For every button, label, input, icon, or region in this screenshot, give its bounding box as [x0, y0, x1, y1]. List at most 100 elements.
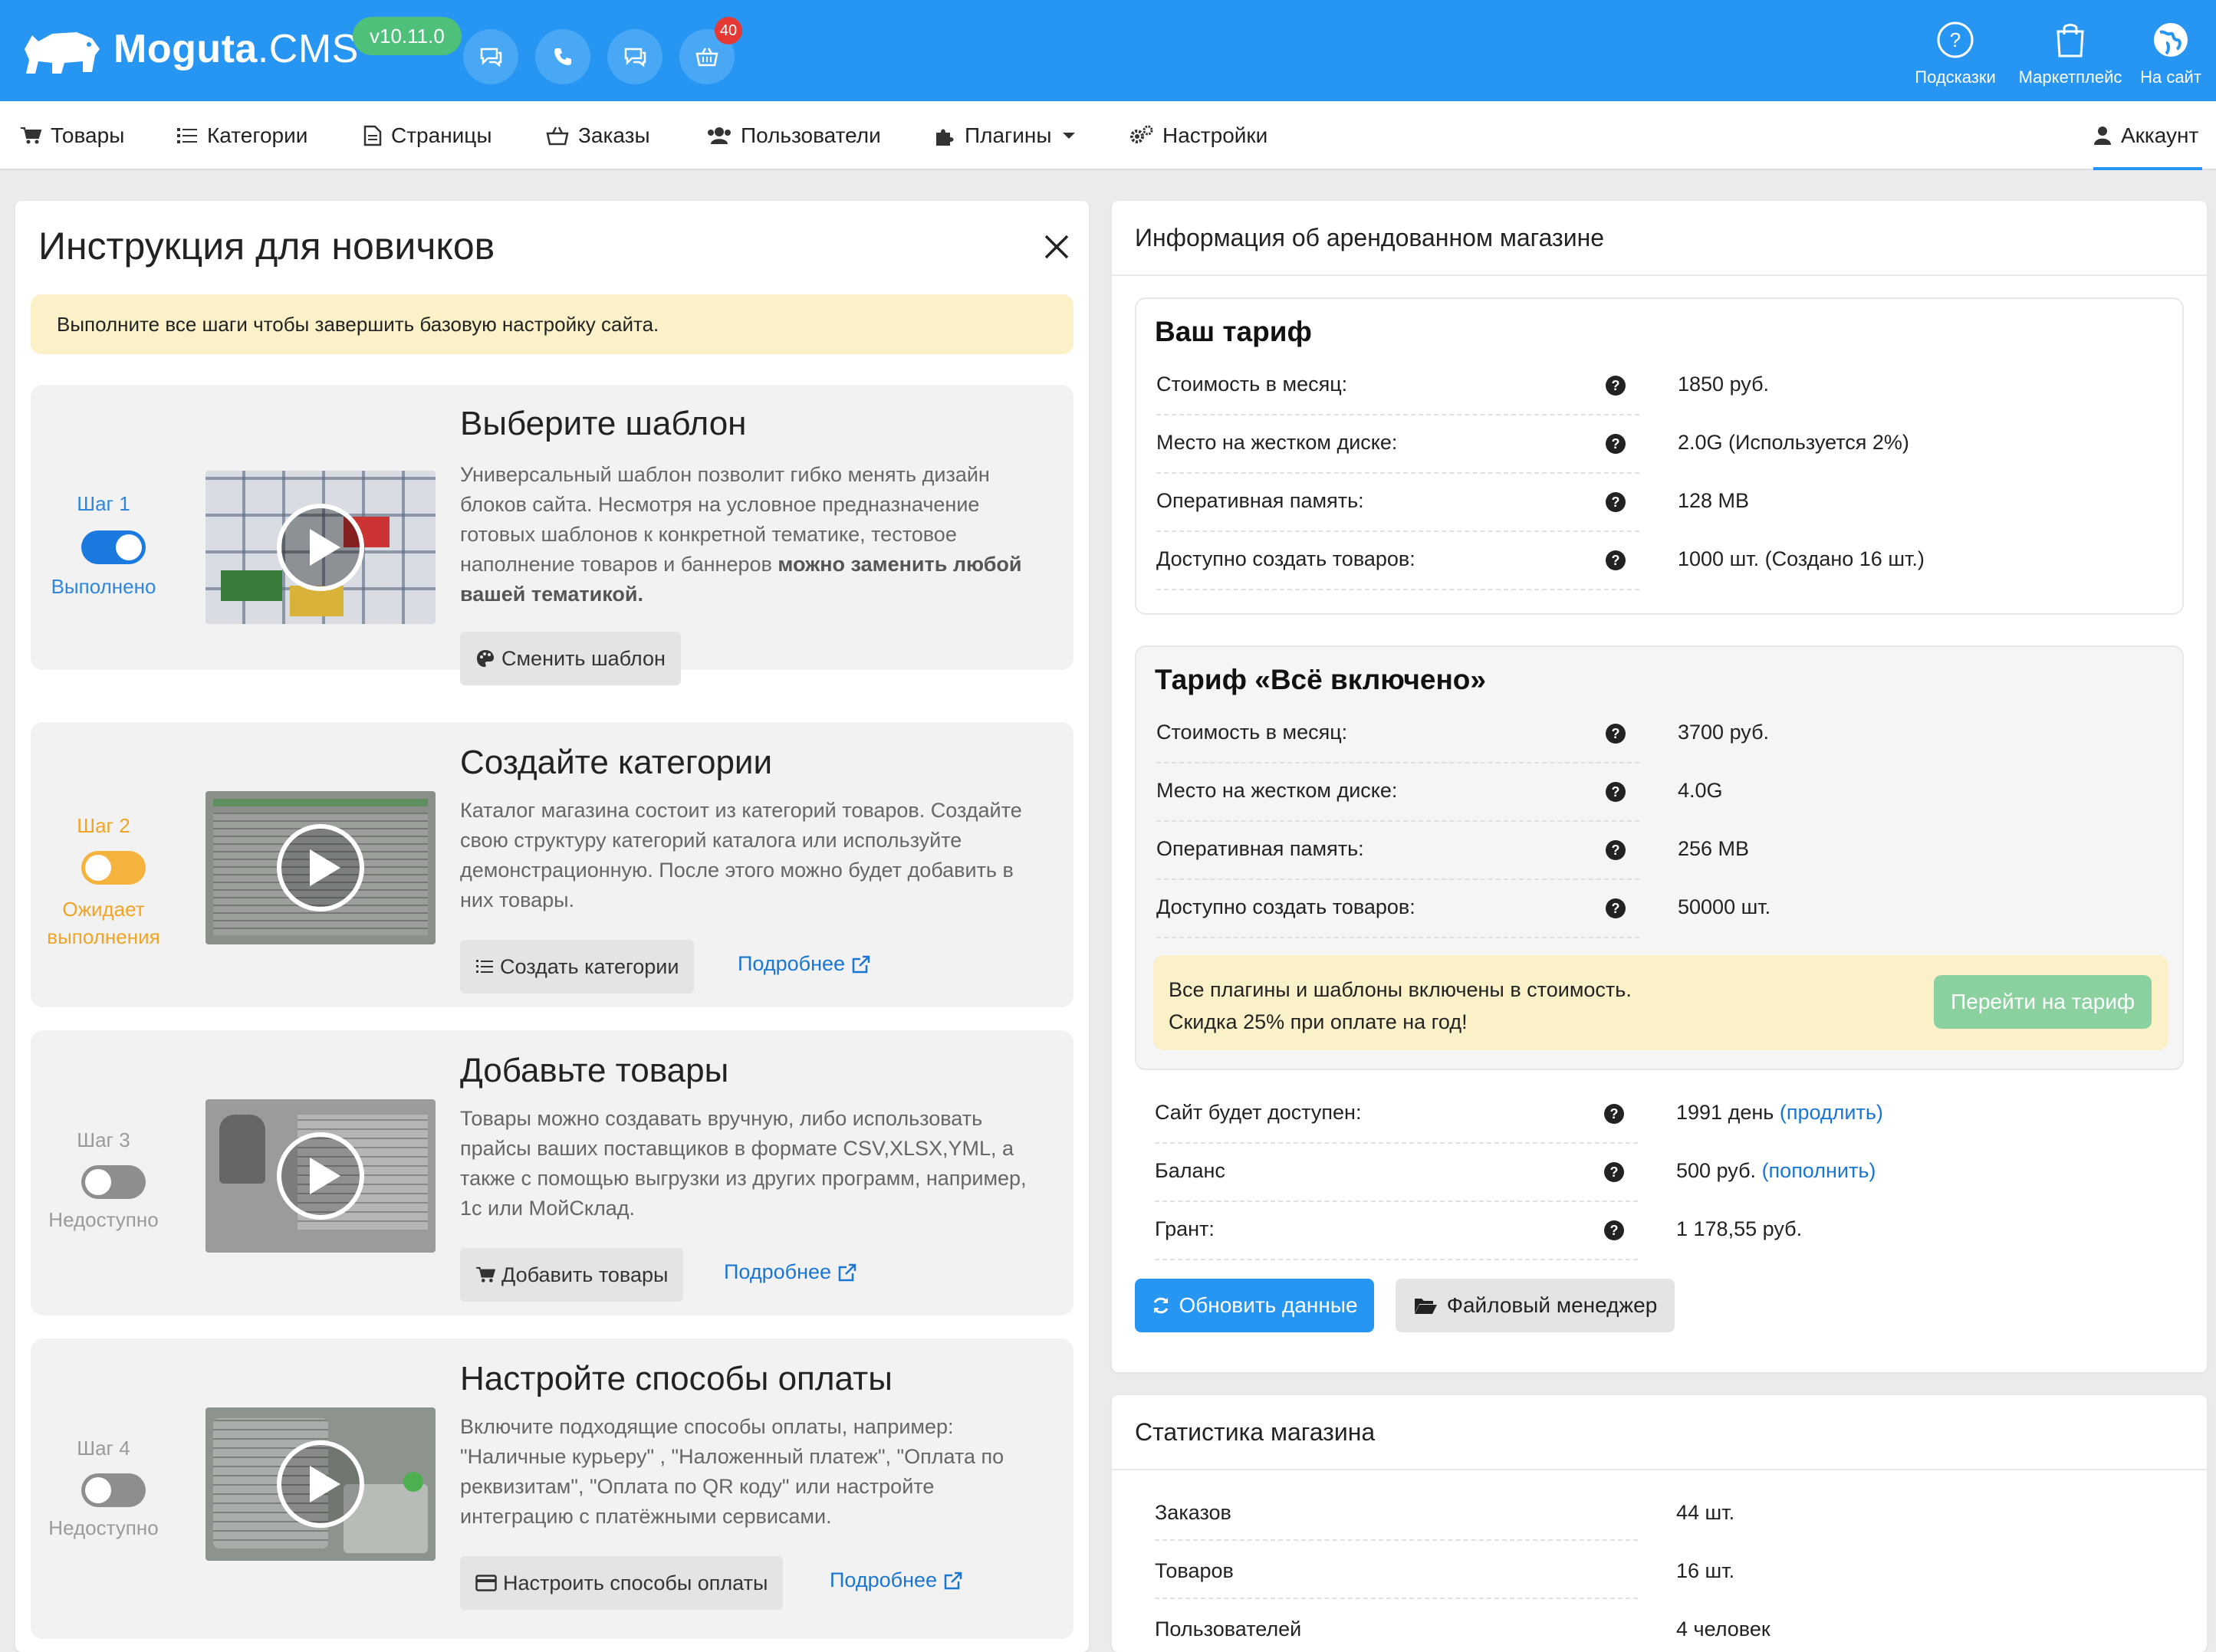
- help-icon[interactable]: ?: [1604, 432, 1627, 455]
- chevron-down-icon: [1063, 133, 1076, 139]
- current-plan-title: Ваш тариф: [1155, 316, 1312, 347]
- messages-icon: [624, 48, 646, 67]
- step-4-more-link[interactable]: Подробнее: [830, 1568, 963, 1592]
- play-icon: [277, 504, 364, 591]
- plan-row: Оперативная память: ? 256 MB: [1156, 822, 2161, 880]
- nav-account[interactable]: Аккаунт: [2093, 101, 2198, 170]
- close-icon[interactable]: [1041, 232, 1072, 262]
- svg-text:?: ?: [1612, 784, 1620, 800]
- svg-text:?: ?: [1610, 1106, 1619, 1122]
- step-1-status: Выполнено: [51, 575, 156, 598]
- refresh-icon: [1154, 1297, 1169, 1314]
- current-plan-panel: Ваш тариф Стоимость в месяц: ? 1850 руб.…: [1135, 297, 2184, 615]
- external-link-icon: [838, 1263, 856, 1281]
- store-info-card: Информация об арендованном магазине Ваш …: [1112, 201, 2207, 1372]
- brand-name[interactable]: Moguta.CMS: [113, 26, 359, 72]
- svg-text:?: ?: [1610, 1223, 1619, 1238]
- nav-settings[interactable]: Настройки: [1129, 101, 1267, 170]
- help-icon[interactable]: ?: [1603, 1102, 1626, 1125]
- step-3-card: Шаг 3 Недоступно Добавьте товары Товары …: [31, 1030, 1073, 1315]
- divider: [1112, 1469, 2207, 1470]
- phone-button[interactable]: [535, 29, 590, 84]
- help-icon[interactable]: ?: [1604, 549, 1627, 572]
- help-icon[interactable]: ?: [1604, 780, 1627, 803]
- play-icon: [277, 1440, 364, 1528]
- nav-users[interactable]: Пользователи: [707, 101, 881, 170]
- svg-text:?: ?: [1612, 901, 1620, 916]
- palette-icon: [477, 650, 494, 667]
- guide-title: Инструкция для новичков: [38, 225, 495, 268]
- nav-orders[interactable]: Заказы: [546, 101, 650, 170]
- bear-logo-icon[interactable]: [18, 18, 103, 83]
- all-inclusive-panel: Тариф «Всё включено» Стоимость в месяц: …: [1135, 645, 2184, 1070]
- puzzle-icon: [936, 129, 954, 146]
- refresh-data-button[interactable]: Обновить данные: [1135, 1279, 1374, 1332]
- help-icon[interactable]: ?: [1604, 722, 1627, 745]
- credit-card-icon: [475, 1575, 497, 1591]
- switch-plan-button[interactable]: Перейти на тариф: [1934, 975, 2152, 1029]
- step-3-video-thumbnail[interactable]: [205, 1099, 436, 1253]
- add-products-button[interactable]: Добавить товары: [460, 1248, 684, 1302]
- user-icon: [2094, 126, 2111, 145]
- chat-icon: [480, 48, 502, 67]
- help-icon[interactable]: ?: [1604, 897, 1627, 920]
- step-3-more-link[interactable]: Подробнее: [724, 1260, 857, 1284]
- question-circle-icon: ?: [1937, 21, 1974, 58]
- change-template-button[interactable]: Сменить шаблон: [460, 632, 681, 685]
- step-2-title: Создайте категории: [460, 744, 773, 781]
- plan-row: Доступно создать товаров: ? 50000 шт.: [1156, 880, 2161, 938]
- view-site-link[interactable]: На сайт: [2135, 17, 2207, 87]
- create-categories-button[interactable]: Создать категории: [460, 940, 695, 993]
- nav-pages[interactable]: Страницы: [363, 101, 492, 170]
- messages-button[interactable]: [607, 29, 662, 84]
- svg-text:?: ?: [1612, 726, 1620, 741]
- beginner-guide-card: Инструкция для новичков Выполните все ша…: [15, 201, 1089, 1652]
- svg-text:?: ?: [1612, 842, 1620, 858]
- step-2-description: Каталог магазина состоит из категорий то…: [460, 799, 1022, 911]
- chat-button[interactable]: [463, 29, 518, 84]
- plan-row: Стоимость в месяц: ? 1850 руб.: [1156, 357, 2161, 415]
- step-1-description: Универсальный шаблон позволит гибко меня…: [460, 463, 1022, 606]
- guide-alert: Выполните все шаги чтобы завершить базов…: [31, 294, 1073, 354]
- step-2-status: Ожидает выполнения: [47, 898, 160, 948]
- plan-row: Место на жестком диске: ? 2.0G (Использу…: [1156, 415, 2161, 474]
- step-2-card: Шаг 2 Ожидает выполнения Создайте катего…: [31, 722, 1073, 1007]
- external-link-icon: [944, 1572, 962, 1589]
- svg-text:?: ?: [1950, 28, 1961, 51]
- help-icon[interactable]: ?: [1603, 1161, 1626, 1184]
- step-1-toggle[interactable]: [81, 530, 146, 564]
- extend-link[interactable]: (продлить): [1780, 1101, 1883, 1124]
- nav-products[interactable]: Товары: [20, 101, 124, 170]
- plan-row: Оперативная память: ? 128 MB: [1156, 474, 2161, 532]
- help-icon[interactable]: ?: [1604, 491, 1627, 514]
- setup-payments-button[interactable]: Настроить способы оплаты: [460, 1556, 784, 1610]
- step-3-description: Товары можно создавать вручную, либо исп…: [460, 1107, 1027, 1220]
- shopping-basket-icon: [695, 48, 718, 67]
- active-tab-indicator: [2093, 167, 2202, 170]
- plan-row: Доступно создать товаров: ? 1000 шт. (Со…: [1156, 532, 2161, 590]
- step-3-toggle: [81, 1165, 146, 1199]
- svg-text:?: ?: [1610, 1164, 1619, 1180]
- step-2-toggle[interactable]: [81, 851, 146, 885]
- list-icon: [177, 128, 197, 143]
- hints-link[interactable]: ? Подсказки: [1909, 17, 2001, 87]
- help-icon[interactable]: ?: [1603, 1219, 1626, 1242]
- users-icon: [708, 127, 731, 144]
- step-1-video-thumbnail[interactable]: [205, 471, 436, 624]
- step-2-more-link[interactable]: Подробнее: [738, 952, 871, 976]
- nav-categories[interactable]: Категории: [176, 101, 307, 170]
- marketplace-link[interactable]: Маркетплейс: [2011, 17, 2130, 87]
- step-3-label: Шаг 3: [77, 1128, 130, 1151]
- top-bar: Moguta.CMS v10.11.0 40 ? Подсказки Марке…: [0, 0, 2216, 101]
- list-icon: [476, 960, 493, 973]
- help-icon[interactable]: ?: [1604, 839, 1627, 862]
- file-manager-button[interactable]: Файловый менеджер: [1396, 1279, 1675, 1332]
- nav-plugins[interactable]: Плагины: [934, 101, 1085, 170]
- account-row: Грант: ? 1 178,55 руб.: [1155, 1202, 2159, 1260]
- step-4-video-thumbnail[interactable]: [205, 1407, 436, 1561]
- top-up-link[interactable]: (пополнить): [1762, 1159, 1876, 1182]
- cart-icon: [476, 1266, 495, 1283]
- help-icon[interactable]: ?: [1604, 374, 1627, 397]
- step-2-video-thumbnail[interactable]: [205, 791, 436, 944]
- stats-title: Статистика магазина: [1135, 1418, 1376, 1446]
